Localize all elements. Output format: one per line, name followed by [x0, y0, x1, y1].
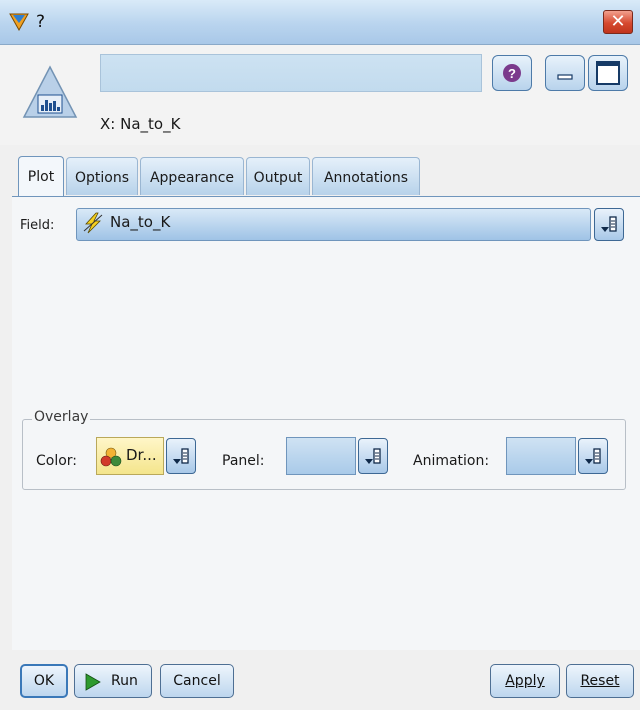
nominal-circles-icon — [100, 447, 122, 467]
cancel-button[interactable]: Cancel — [160, 664, 234, 698]
window-title: ? — [36, 12, 46, 32]
field-label: Field: — [20, 218, 55, 233]
help-button[interactable]: ? — [492, 55, 532, 91]
panel-dropdown-button[interactable] — [358, 438, 388, 474]
tab-annotations[interactable]: Annotations — [312, 157, 420, 195]
node-name-field[interactable] — [100, 54, 482, 92]
run-button-label: Run — [111, 673, 138, 689]
field-dropdown-button[interactable] — [594, 208, 624, 241]
continuous-lightning-icon — [83, 212, 103, 234]
animation-label: Animation: — [413, 453, 490, 469]
maximize-button[interactable] — [588, 55, 628, 91]
histogram-node-icon — [22, 65, 78, 118]
tab-output[interactable]: Output — [246, 157, 310, 195]
dropdown-icon — [585, 448, 601, 464]
panel-field-select[interactable] — [286, 437, 356, 475]
svg-text:?: ? — [508, 66, 516, 81]
minimize-icon — [557, 74, 573, 80]
tab-plot[interactable]: Plot — [18, 156, 64, 196]
title-bar — [0, 0, 640, 45]
run-button[interactable]: Run — [74, 664, 152, 698]
overlay-legend: Overlay — [32, 409, 91, 425]
tab-options[interactable]: Options — [66, 157, 138, 195]
apply-button[interactable]: Apply — [490, 664, 560, 698]
field-value: Na_to_K — [110, 213, 171, 231]
tab-appearance[interactable]: Appearance — [140, 157, 244, 195]
dropdown-icon — [173, 448, 189, 464]
node-subtitle: X: Na_to_K — [100, 115, 181, 133]
tab-bar: Plot Options Appearance Output Annotatio… — [18, 156, 438, 197]
dropdown-icon — [601, 216, 617, 232]
color-label: Color: — [36, 453, 78, 469]
color-dropdown-button[interactable] — [166, 438, 196, 474]
play-icon — [85, 673, 101, 691]
ok-button[interactable]: OK — [20, 664, 68, 698]
maximize-icon — [596, 61, 620, 85]
animation-dropdown-button[interactable] — [578, 438, 608, 474]
color-field-select[interactable]: Dr... — [96, 437, 164, 475]
color-field-value: Dr... — [126, 446, 157, 464]
close-icon: ✕ — [610, 11, 626, 32]
animation-field-select[interactable] — [506, 437, 576, 475]
reset-button[interactable]: Reset — [566, 664, 634, 698]
help-icon: ? — [503, 64, 521, 82]
gem-icon — [9, 13, 29, 31]
minimize-button[interactable] — [545, 55, 585, 91]
close-button[interactable]: ✕ — [603, 10, 633, 34]
dropdown-icon — [365, 448, 381, 464]
panel-label: Panel: — [222, 453, 265, 469]
